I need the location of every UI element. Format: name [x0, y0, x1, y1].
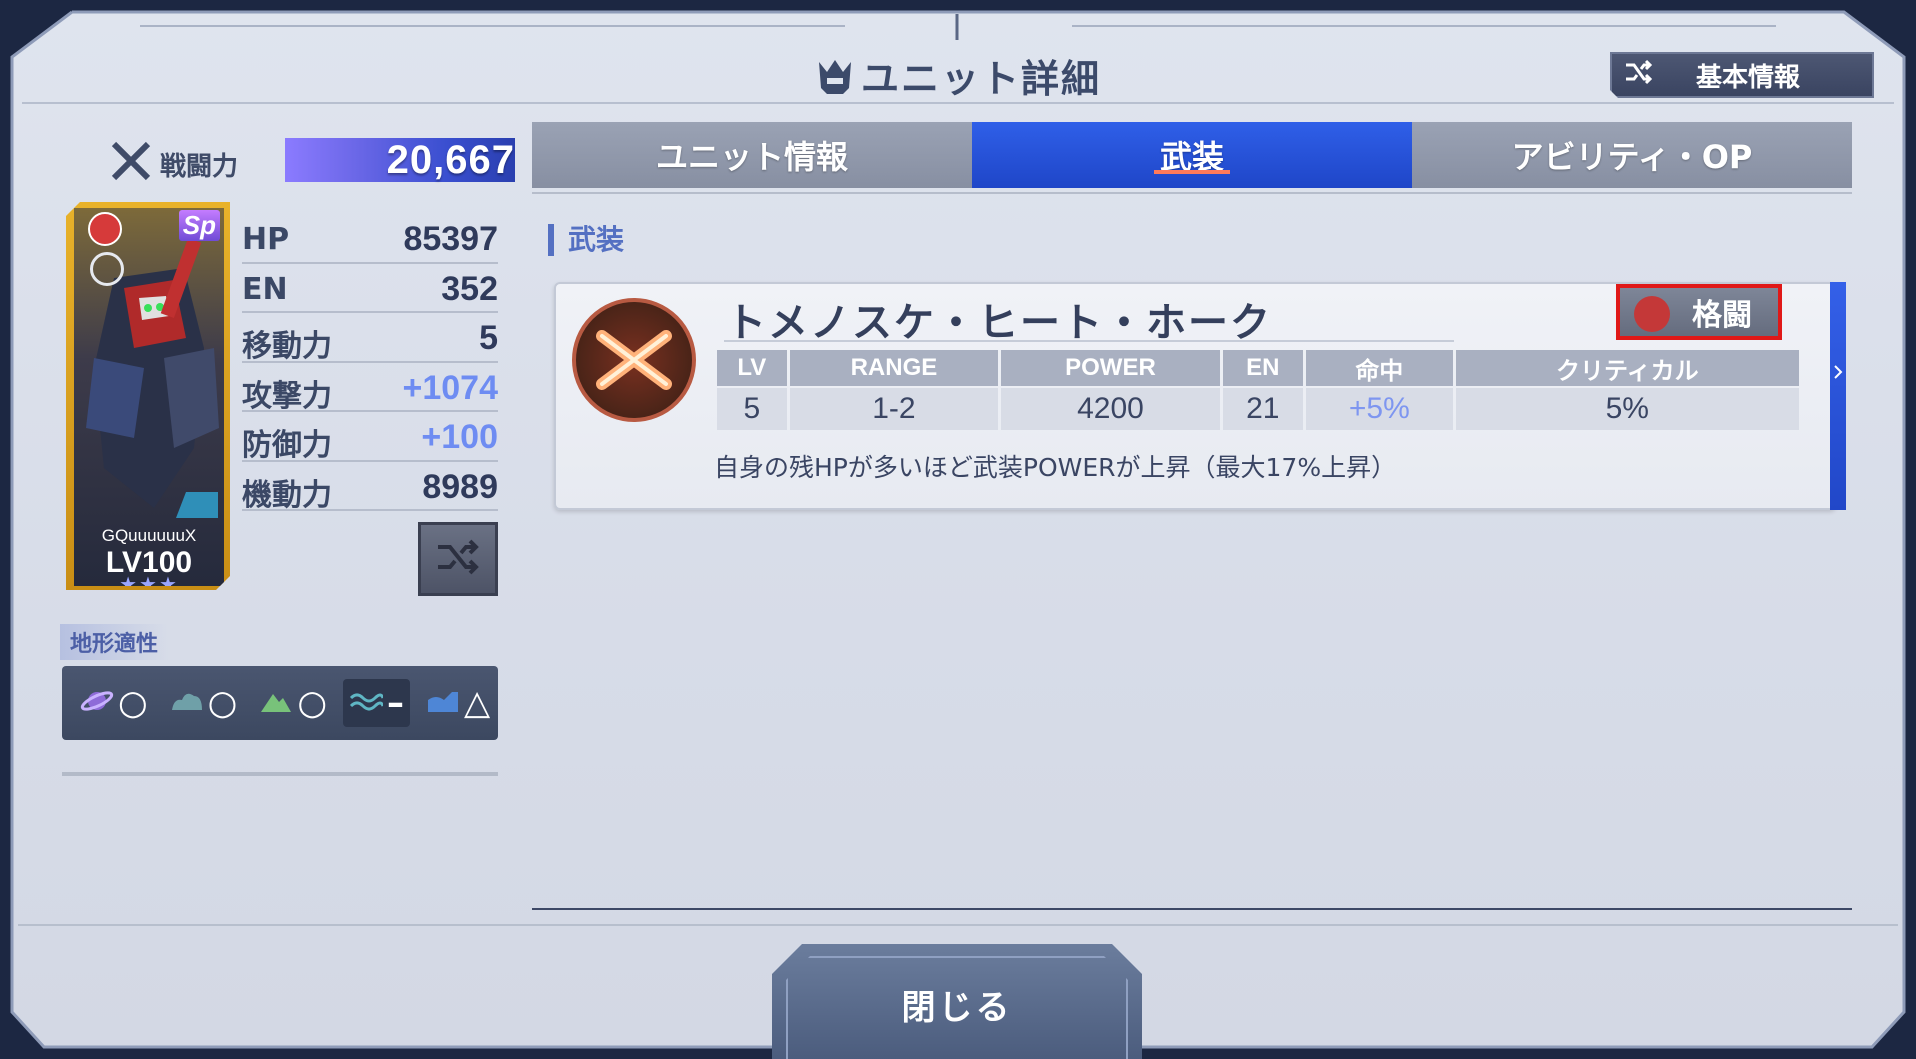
divider — [18, 924, 1898, 926]
weapon-card[interactable]: トメノスケ・ヒート・ホーク 格闘 LV RANGE POWER EN 命中 クリ… — [554, 282, 1846, 510]
table-header: POWER — [1001, 350, 1220, 386]
stat-en: EN 352 — [242, 264, 498, 313]
terrain-mark: ○ — [297, 683, 328, 723]
unit-card[interactable]: Sp GQuuuuuuX LV100 ★★★ — [66, 202, 230, 590]
terrain-water: – — [343, 679, 411, 727]
stat-value: +100 — [421, 418, 498, 456]
air-icon — [170, 688, 204, 718]
terrain-ground: ○ — [253, 679, 333, 727]
stat-label: EN — [242, 271, 288, 307]
table-header: クリティカル — [1455, 350, 1799, 386]
table-header: LV — [717, 350, 787, 386]
table-cell: 1-2 — [789, 388, 999, 430]
swap-unit-button[interactable] — [418, 522, 498, 596]
stat-label: 攻撃力 — [242, 378, 332, 414]
stat-defense: 防御力 +100 — [242, 412, 498, 463]
table-cell: 21 — [1222, 388, 1303, 430]
basic-info-button[interactable]: 基本情報 — [1610, 52, 1874, 98]
ground-icon — [259, 688, 293, 718]
divider — [62, 772, 498, 776]
stat-value: 8989 — [422, 467, 498, 506]
terrain-air: ○ — [164, 679, 244, 727]
tab-unit-info[interactable]: ユニット情報 — [532, 122, 972, 188]
tab-label: ユニット情報 — [655, 138, 848, 176]
terrain-space: ○ — [74, 679, 154, 727]
terrain-mark: ○ — [207, 683, 238, 723]
stat-label: 機動力 — [242, 477, 332, 513]
melee-icon — [1634, 296, 1670, 332]
combat-power-bar: 20,667 — [285, 138, 515, 182]
combat-power: 戦闘力 20,667 — [110, 136, 515, 186]
terrain-underwater: △ — [420, 679, 496, 727]
tab-ability-op[interactable]: アビリティ・OP — [1412, 122, 1852, 188]
terrain-label: 地形適性 — [60, 624, 169, 660]
terrain-mark: – — [387, 683, 405, 723]
water-icon — [349, 688, 385, 718]
star-badge-icon — [90, 252, 124, 286]
shuffle-icon — [434, 537, 482, 581]
divider — [532, 908, 1852, 910]
stat-value: 5 — [479, 319, 498, 357]
unit-stats: HP 85397 EN 352 移動力 5 攻撃力 +1074 防御力 +100… — [242, 214, 499, 513]
table-header-row: LV RANGE POWER EN 命中 クリティカル — [717, 350, 1799, 386]
stat-label: HP — [242, 222, 290, 257]
divider — [724, 340, 1454, 342]
stat-attack: 攻撃力 +1074 — [242, 363, 499, 414]
unit-name: GQuuuuuuX — [101, 526, 197, 545]
stat-mobility: 機動力 8989 — [242, 462, 498, 513]
stat-value: +1074 — [402, 368, 499, 407]
terrain-mark: △ — [464, 683, 491, 723]
underwater-icon — [426, 688, 460, 718]
tab-bar: ユニット情報 武装 アビリティ・OP — [532, 122, 1852, 188]
stat-value: 352 — [441, 269, 498, 308]
tab-label: 武装 — [1159, 138, 1224, 176]
table-cell: 5% — [1455, 388, 1799, 430]
sp-badge: Sp — [179, 210, 220, 241]
page-title-text: ユニット詳細 — [860, 57, 1101, 101]
divider — [532, 192, 1852, 194]
table-header: RANGE — [789, 350, 999, 386]
shuffle-icon — [1624, 59, 1654, 92]
stat-value: 85397 — [403, 220, 498, 258]
space-icon — [80, 686, 114, 720]
stat-label: 防御力 — [242, 428, 332, 463]
weapon-card-expand[interactable] — [1830, 282, 1846, 510]
close-button-label: 閉じる — [901, 988, 1013, 1028]
table-cell: 5 — [717, 388, 787, 430]
unit-rarity-stars: ★★★ — [119, 572, 179, 586]
combat-power-label: 戦闘力 — [160, 152, 239, 182]
weapon-type-badge: 格闘 — [1616, 284, 1782, 340]
weapon-stats-table: LV RANGE POWER EN 命中 クリティカル 5 1-2 4200 2… — [714, 348, 1802, 432]
tab-label: アビリティ・OP — [1511, 138, 1753, 176]
combat-power-value: 20,667 — [386, 138, 515, 182]
terrain-mark: ○ — [118, 683, 148, 723]
table-cell: +5% — [1306, 388, 1453, 430]
weapon-description: 自身の残HPが多いほど武装POWERが上昇（最大17%上昇） — [714, 453, 1397, 482]
terrain-aptitude: ○ ○ ○ – △ — [62, 666, 498, 740]
heat-hawk-icon — [572, 298, 696, 422]
table-cell: 4200 — [1001, 388, 1220, 430]
table-header: EN — [1222, 350, 1303, 386]
stat-label: 移動力 — [242, 329, 332, 364]
crossed-swords-icon — [110, 140, 152, 186]
stat-move: 移動力 5 — [242, 313, 498, 364]
melee-badge-icon — [88, 212, 122, 246]
table-row: 5 1-2 4200 21 +5% 5% — [717, 388, 1799, 430]
basic-info-label: 基本情報 — [1696, 62, 1801, 93]
section-title: 武装 — [548, 224, 624, 256]
table-header: 命中 — [1306, 350, 1453, 386]
unit-head-icon — [815, 58, 855, 105]
weapon-type-label: 格闘 — [1692, 298, 1752, 333]
tab-weapons[interactable]: 武装 — [972, 122, 1412, 188]
close-button[interactable]: 閉じる — [772, 944, 1142, 1059]
unit-portrait: Sp GQuuuuuuX LV100 ★★★ — [74, 208, 224, 586]
stat-hp: HP 85397 — [242, 214, 498, 264]
